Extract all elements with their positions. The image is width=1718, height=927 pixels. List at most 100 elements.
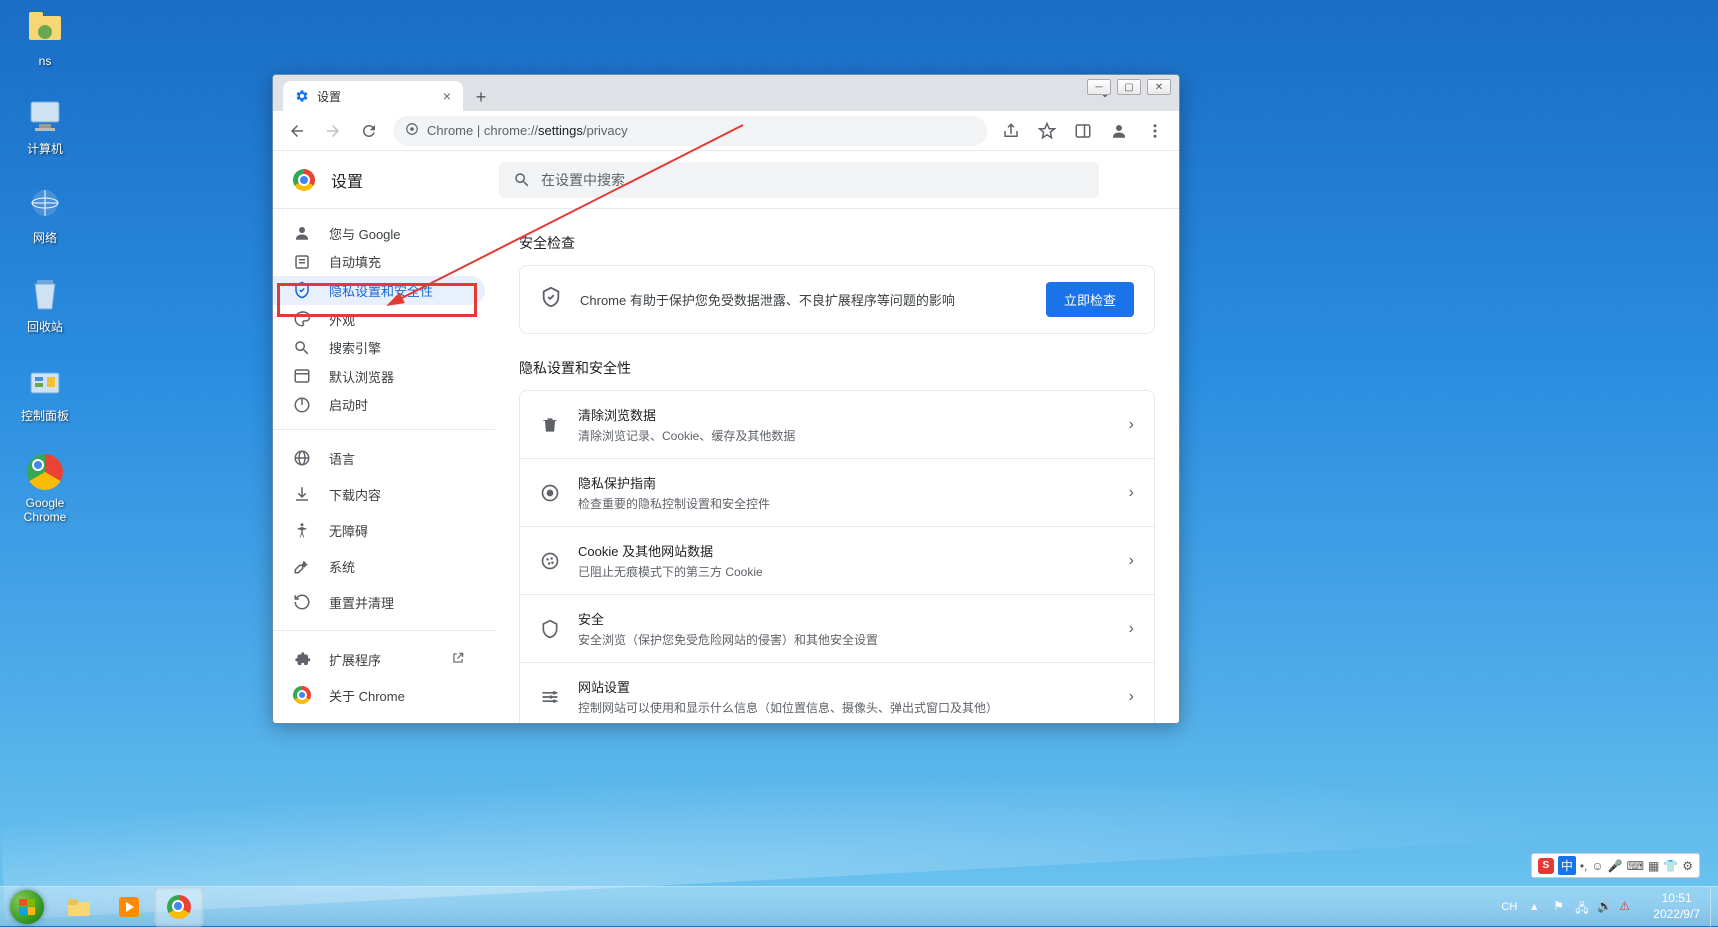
ime-voice-icon[interactable]: 🎤 [1608,859,1623,873]
minimize-button[interactable]: ─ [1087,79,1111,95]
desktop-icon-chrome[interactable]: Google Chrome [10,452,80,524]
address-omnibox[interactable]: Chrome | chrome://settings/privacy [393,116,987,146]
ime-toolbox-icon[interactable]: 👕 [1663,859,1678,873]
safety-check-card: Chrome 有助于保护您免受数据泄露、不良扩展程序等问题的影响 立即检查 [519,265,1155,334]
palette-icon [293,310,311,328]
chevron-right-icon: › [1129,552,1134,570]
taskbar-item-explorer[interactable] [54,887,104,927]
autofill-icon [293,253,311,271]
settings-title: 设置 [331,168,363,192]
row-desc: 已阻止无痕模式下的第三方 Cookie [578,563,1111,580]
sidebar-item-languages[interactable]: 语言 [273,440,485,476]
share-button[interactable] [995,115,1027,147]
desktop-icon-control-panel[interactable]: 控制面板 [10,363,80,424]
start-button[interactable] [0,887,54,927]
sidebar-label: 扩展程序 [329,650,381,669]
row-desc: 检查重要的隐私控制设置和安全控件 [578,495,1111,512]
menu-button[interactable] [1139,115,1171,147]
sidebar-item-reset[interactable]: 重置并清理 [273,584,485,620]
show-desktop-button[interactable] [1710,887,1718,927]
trash-icon [540,415,560,435]
check-now-button[interactable]: 立即检查 [1046,282,1134,317]
settings-main[interactable]: 安全检查 Chrome 有助于保护您免受数据泄露、不良扩展程序等问题的影响 立即… [495,209,1179,723]
sidebar-item-on-startup[interactable]: 启动时 [273,390,485,419]
section-safety-check-label: 安全检查 [519,233,1155,253]
row-title: 清除浏览数据 [578,405,1111,424]
taskbar-item-chrome[interactable] [154,887,204,927]
close-button[interactable]: ✕ [1147,79,1171,95]
forward-button[interactable] [317,115,349,147]
desktop-icon-label: 回收站 [27,318,63,335]
sidebar-item-about-chrome[interactable]: 关于 Chrome [273,677,485,713]
desktop-icon-computer[interactable]: 计算机 [10,96,80,157]
side-panel-button[interactable] [1067,115,1099,147]
row-site-settings[interactable]: 网站设置 控制网站可以使用和显示什么信息（如位置信息、摄像头、弹出式窗口及其他）… [520,662,1154,723]
extension-icon [293,650,311,668]
sidebar-item-autofill[interactable]: 自动填充 [273,248,485,277]
sidebar-label: 搜索引擎 [329,338,381,357]
sidebar-label: 外观 [329,310,355,329]
shield-check-icon [540,286,562,313]
desktop-icon-network[interactable]: 网络 [10,185,80,246]
ime-settings-icon[interactable]: ⚙ [1682,859,1693,873]
language-indicator[interactable]: CH [1495,901,1523,913]
tray-volume-icon[interactable]: 🔊 [1597,899,1613,915]
wrench-icon [293,557,311,575]
desktop-icon-ns[interactable]: ns [10,10,80,68]
sidebar-item-appearance[interactable]: 外观 [273,305,485,334]
maximize-button[interactable]: ▢ [1117,79,1141,95]
chevron-right-icon: › [1129,416,1134,434]
ime-skin-icon[interactable]: ▦ [1648,859,1659,873]
safety-check-text: Chrome 有助于保护您免受数据泄露、不良扩展程序等问题的影响 [580,290,1028,309]
taskbar-clock[interactable]: 10:51 2022/9/7 [1643,891,1710,922]
ime-lang-indicator[interactable]: 中 [1558,856,1576,875]
settings-search-input[interactable]: 在设置中搜索 [499,162,1099,198]
row-cookies[interactable]: Cookie 及其他网站数据 已阻止无痕模式下的第三方 Cookie › [520,526,1154,594]
sidebar-item-you-and-google[interactable]: 您与 Google [273,219,485,248]
sidebar-item-system[interactable]: 系统 [273,548,485,584]
row-clear-browsing-data[interactable]: 清除浏览数据 清除浏览记录、Cookie、缓存及其他数据 › [520,391,1154,458]
sidebar-item-default-browser[interactable]: 默认浏览器 [273,362,485,391]
tray-action-center-icon[interactable]: ⚑ [1553,899,1569,915]
browser-icon [293,367,311,385]
taskbar: CH ▴ ⚑ 🖧 🔊 ⚠ 10:51 2022/9/7 [0,886,1718,926]
address-bar: Chrome | chrome://settings/privacy [273,111,1179,151]
sidebar-label: 下载内容 [329,485,381,504]
row-security[interactable]: 安全 安全浏览（保护您免受危险网站的侵害）和其他安全设置 › [520,594,1154,662]
browser-tab-settings[interactable]: 设置 × [283,81,463,111]
reload-button[interactable] [353,115,385,147]
sogou-logo-icon: S [1538,858,1554,874]
tray-network-icon[interactable]: 🖧 [1575,899,1591,915]
desktop-icon-recycle-bin[interactable]: 回收站 [10,274,80,335]
taskbar-item-media-player[interactable] [104,887,154,927]
ime-punctuation-icon[interactable]: •, [1580,859,1588,873]
tab-close-button[interactable]: × [443,88,451,104]
ime-emoji-icon[interactable]: ☺ [1591,859,1603,873]
tray-show-hidden-icon[interactable]: ▴ [1531,899,1547,915]
row-privacy-guide[interactable]: 隐私保护指南 检查重要的隐私控制设置和安全控件 › [520,458,1154,526]
sidebar-item-privacy-security[interactable]: 隐私设置和安全性 [273,276,485,305]
settings-search-container: 在设置中搜索 [499,162,1099,198]
sidebar-item-accessibility[interactable]: 无障碍 [273,512,485,548]
sidebar-label: 语言 [329,449,355,468]
gear-icon [295,89,309,103]
row-desc: 控制网站可以使用和显示什么信息（如位置信息、摄像头、弹出式窗口及其他） [578,699,1111,716]
search-icon [513,171,531,189]
profile-button[interactable] [1103,115,1135,147]
bookmark-button[interactable] [1031,115,1063,147]
back-button[interactable] [281,115,313,147]
sidebar-label: 无障碍 [329,521,368,540]
window-controls: ─ ▢ ✕ [1087,79,1171,95]
sidebar-label: 重置并清理 [329,593,394,612]
tray-security-icon[interactable]: ⚠ [1619,899,1635,915]
desktop-icon-label: 控制面板 [21,407,69,424]
sidebar-item-extensions[interactable]: 扩展程序 [273,641,485,677]
row-title: 隐私保护指南 [578,473,1111,492]
new-tab-button[interactable]: + [467,83,495,111]
sidebar-item-downloads[interactable]: 下载内容 [273,476,485,512]
ime-floating-bar[interactable]: S 中 •, ☺ 🎤 ⌨ ▦ 👕 ⚙ [1531,853,1708,878]
sidebar-label: 关于 Chrome [329,686,405,705]
sidebar-item-search-engine[interactable]: 搜索引擎 [273,333,485,362]
chrome-browser-window: ─ ▢ ✕ 设置 × + Chrome | chrome://settings/… [272,74,1180,724]
ime-keyboard-icon[interactable]: ⌨ [1627,859,1644,873]
